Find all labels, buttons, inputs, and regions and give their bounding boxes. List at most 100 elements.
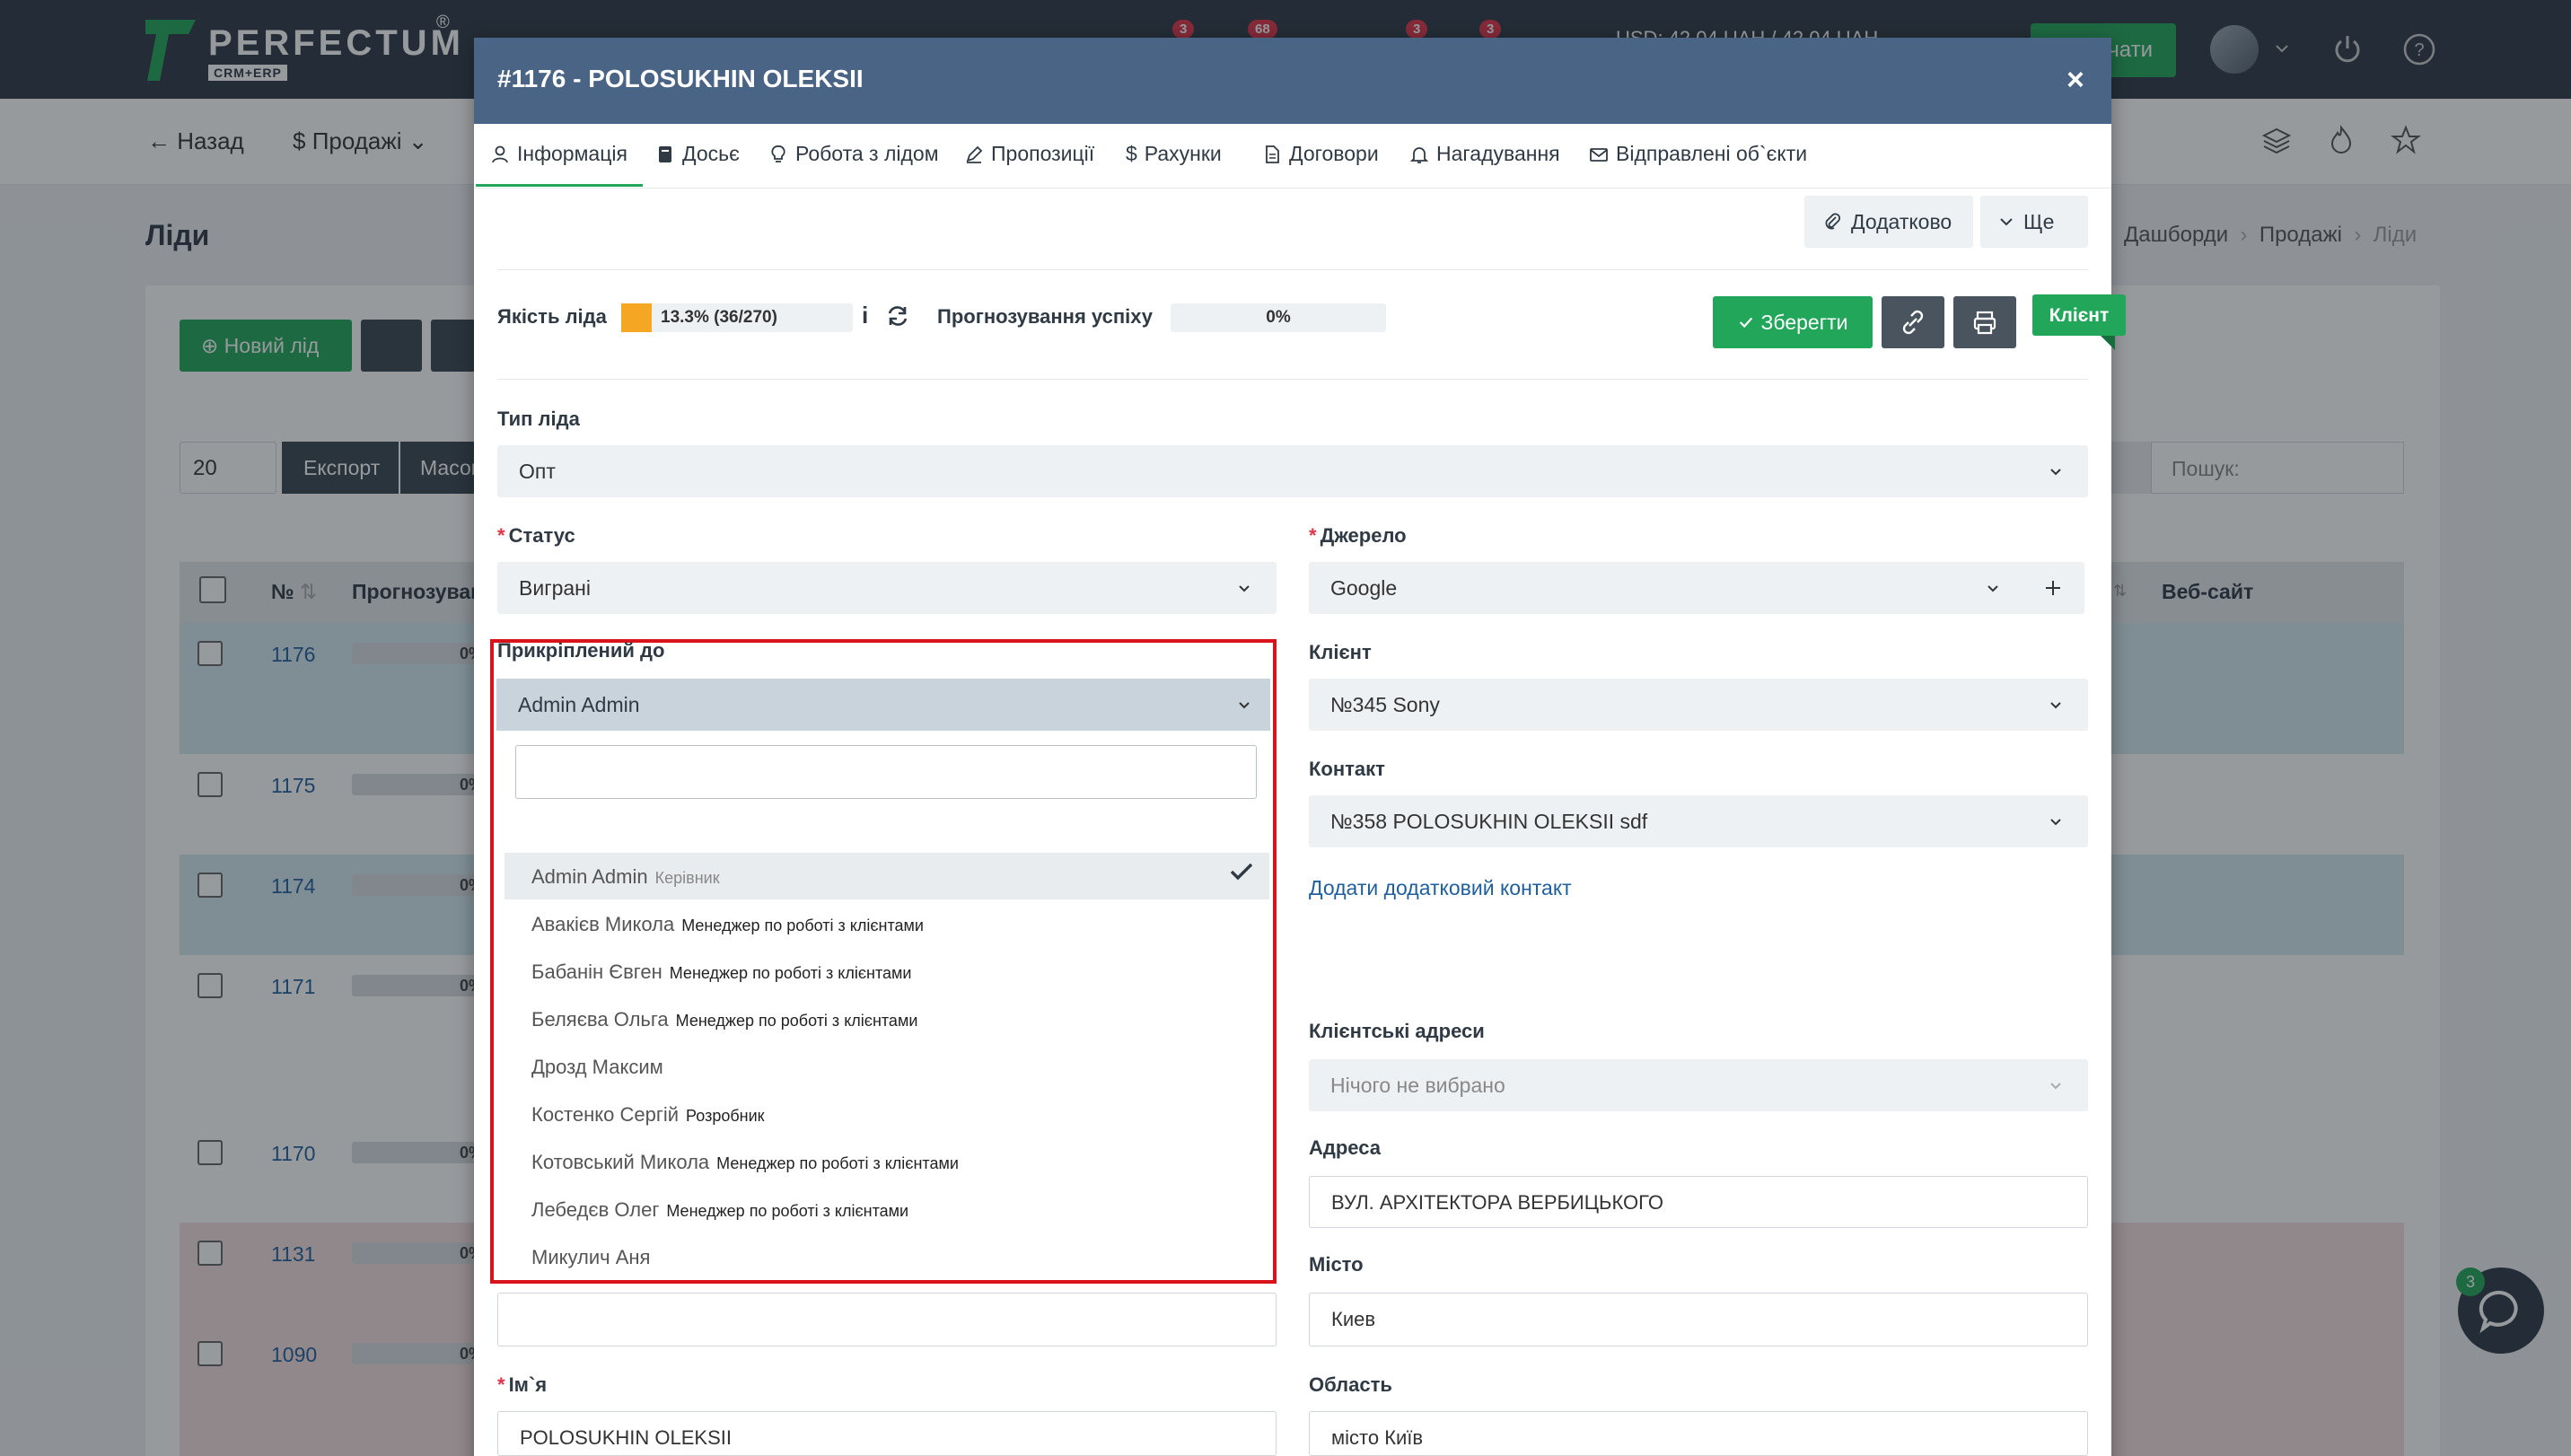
option-role: Менеджер по роботі з клієнтами: [716, 1154, 959, 1172]
name-value: POLOSUKHIN OLEKSII: [520, 1426, 732, 1449]
chevron-down-icon: [2050, 819, 2061, 826]
option-name: Admin Admin: [531, 865, 648, 888]
source-label-text: Джерело: [1320, 524, 1407, 547]
option-role: Розробник: [686, 1107, 765, 1125]
extra-label: Додатково: [1851, 209, 1952, 233]
dropdown-option[interactable]: Лебедєв Олег Менеджер по роботі з клієнта…: [505, 1186, 1269, 1232]
option-name: Котовський Микола: [531, 1151, 710, 1173]
option-role: Менеджер по роботі з клієнтами: [666, 1202, 909, 1220]
dropdown-option[interactable]: Бабанін Євген Менеджер по роботі з клієнт…: [505, 948, 1269, 995]
tab-proposals[interactable]: Пропозиції: [964, 142, 1094, 166]
address-label: Адреса: [1309, 1136, 1381, 1159]
lead-quality-label: Якість ліда: [497, 305, 607, 328]
status-label: * Статус: [497, 524, 575, 547]
dropdown-option[interactable]: Дрозд Максим: [505, 1043, 1269, 1090]
lead-quality-fill: [621, 303, 653, 332]
option-role: Керівник: [654, 869, 720, 887]
link-button[interactable]: [1882, 296, 1944, 348]
option-role: Менеджер по роботі з клієнтами: [681, 917, 924, 934]
more-button[interactable]: Ще: [1980, 196, 2088, 248]
client-addresses-label: Клієнтські адреси: [1309, 1020, 1485, 1042]
lead-type-label: Тип ліда: [497, 408, 580, 430]
option-name: Лебедєв Олег: [531, 1198, 660, 1221]
print-icon: [1973, 311, 1996, 335]
dropdown-option[interactable]: Костенко Сергій Розробник: [505, 1091, 1269, 1137]
lead-type-select[interactable]: Опт: [497, 445, 2088, 497]
dropdown-option[interactable]: Admin Admin Керівник: [505, 853, 1269, 899]
dollar-icon: $: [1126, 142, 1137, 165]
option-name: Дрозд Максим: [531, 1056, 663, 1078]
chevron-down-icon: [2050, 469, 2061, 476]
option-role: Менеджер по роботі з клієнтами: [675, 1012, 918, 1030]
client-select[interactable]: №345 Sony: [1309, 679, 2088, 731]
info-icon[interactable]: i: [862, 302, 868, 329]
city-value: Киев: [1331, 1308, 1376, 1330]
address-value: ВУЛ. АРХІТЕКТОРА ВЕРБИЦЬКОГО: [1331, 1191, 1663, 1214]
contact-select[interactable]: №358 POLOSUKHIN OLEKSII sdf: [1309, 795, 2088, 847]
dropdown-option[interactable]: Котовський Микола Менеджер по роботі з кл…: [505, 1138, 1269, 1185]
lead-type-value: Опт: [519, 460, 556, 483]
active-tab-indicator: [476, 184, 643, 187]
tab-label: Нагадування: [1436, 142, 1560, 165]
tab-sent-objects[interactable]: Відправлені об`єкти: [1589, 142, 1807, 166]
save-button[interactable]: Зберегти: [1713, 296, 1873, 348]
tab-lead-work[interactable]: Робота з лідом: [768, 142, 939, 166]
add-contact-link[interactable]: Додати додатковий контакт: [1309, 876, 1572, 900]
dropdown-search-input[interactable]: [515, 745, 1257, 799]
option-name: Беляєва Ольга: [531, 1008, 669, 1031]
extra-button[interactable]: Додатково: [1804, 196, 1973, 248]
link-icon: [1902, 310, 1924, 335]
dropdown-option[interactable]: Беляєва Ольга Менеджер по роботі з клієнт…: [505, 996, 1269, 1042]
paperclip-icon: [1825, 213, 1840, 230]
bell-icon: [1409, 146, 1429, 163]
more-label: Ще: [2023, 209, 2055, 233]
tab-label: Досьє: [682, 142, 740, 165]
tab-information[interactable]: Інформація: [490, 142, 627, 166]
client-addresses-select[interactable]: Нічого не вибрано: [1309, 1059, 2088, 1111]
source-select[interactable]: Google: [1309, 562, 2084, 614]
tab-dossier[interactable]: Досьє: [655, 142, 740, 166]
user-icon: [492, 145, 508, 162]
chevron-down-icon: [1239, 702, 1250, 709]
modal-title: #1176 - POLOSUKHIN OLEKSII: [497, 65, 864, 92]
check-icon: [1739, 317, 1752, 329]
close-button[interactable]: ×: [2066, 63, 2084, 98]
option-name: Микулич Аня: [531, 1246, 651, 1268]
print-button[interactable]: [1953, 296, 2016, 348]
source-value: Google: [1330, 576, 1398, 600]
document-icon: [1266, 145, 1279, 163]
tab-label: Пропозиції: [991, 142, 1095, 165]
contact-label: Контакт: [1309, 758, 1385, 780]
tab-contracts[interactable]: Договори: [1262, 142, 1379, 166]
divider: [497, 269, 2088, 270]
assigned-to-label: Прикріплений до: [497, 639, 665, 662]
ribbon-fold: [2101, 336, 2115, 350]
name-label: * Ім`я: [497, 1373, 548, 1396]
plus-icon[interactable]: [2043, 578, 2063, 598]
tab-label: Відправлені об`єкти: [1616, 142, 1808, 165]
status-select[interactable]: Виграні: [497, 562, 1277, 614]
chevron-down-icon: [1239, 585, 1250, 592]
tab-reminders[interactable]: Нагадування: [1409, 142, 1560, 166]
city-input[interactable]: Киев: [1309, 1293, 2088, 1346]
address-textarea[interactable]: ВУЛ. АРХІТЕКТОРА ВЕРБИЦЬКОГО: [1309, 1176, 2088, 1228]
region-label: Область: [1309, 1373, 1392, 1396]
client-addresses-value: Нічого не вибрано: [1330, 1074, 1505, 1097]
envelope-icon: [1590, 147, 1608, 162]
tab-label: Інформація: [517, 142, 627, 165]
region-value: місто Київ: [1331, 1426, 1424, 1449]
refresh-icon[interactable]: [885, 303, 910, 329]
chevron-down-icon: [1987, 585, 1998, 592]
tab-label: Робота з лідом: [795, 142, 939, 165]
text-input[interactable]: [497, 1293, 1277, 1346]
dropdown-option[interactable]: Авакієв Микола Менеджер по роботі з клієн…: [505, 900, 1269, 947]
dropdown-option[interactable]: Микулич Аня: [505, 1233, 1269, 1280]
lead-quality-value: 13.3% (36/270): [661, 308, 777, 327]
tab-invoices[interactable]: $ Рахунки: [1126, 142, 1222, 166]
name-input[interactable]: POLOSUKHIN OLEKSII: [497, 1411, 1277, 1456]
file-icon: [659, 145, 671, 162]
region-input[interactable]: місто Київ: [1309, 1411, 2088, 1456]
city-label: Місто: [1309, 1253, 1364, 1276]
tab-label: Рахунки: [1144, 142, 1222, 165]
assigned-to-select[interactable]: Admin Admin: [496, 679, 1270, 731]
